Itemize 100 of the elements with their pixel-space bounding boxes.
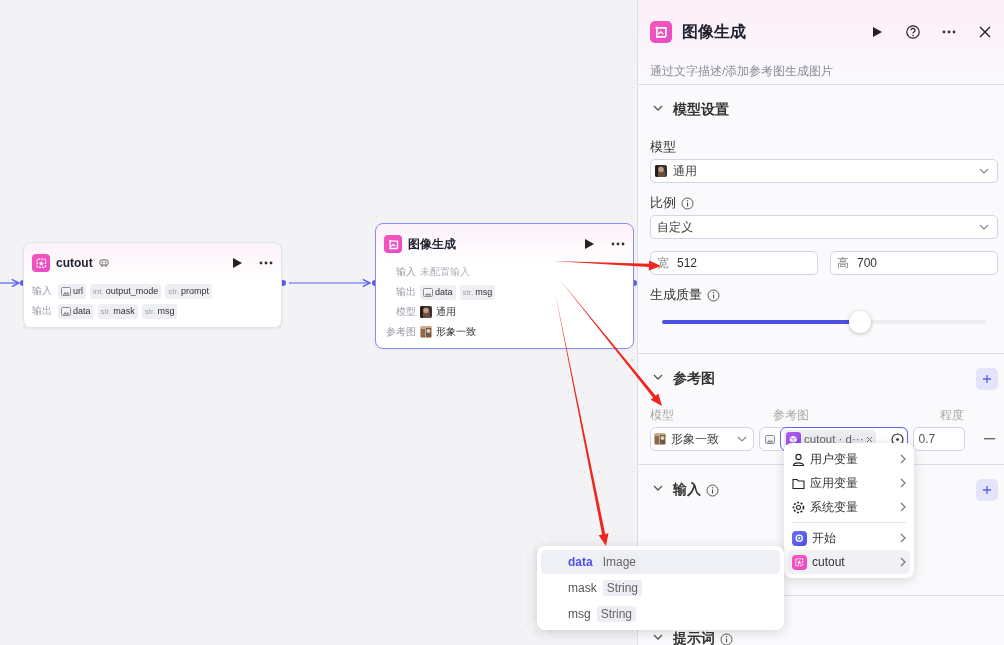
image-icon <box>423 287 433 297</box>
variable-name: mask <box>568 581 597 595</box>
chevron-down-icon[interactable] <box>979 168 989 174</box>
close-icon[interactable] <box>866 435 874 443</box>
chevron-right-icon <box>900 478 906 488</box>
column-header: 模型 <box>650 406 675 424</box>
plus-icon <box>982 485 992 495</box>
field-label: 模型 <box>395 305 416 319</box>
placeholder-text: 未配置输入 <box>420 265 470 279</box>
panel-description: 通过文字描述/添加参考图生成图片 <box>650 64 835 79</box>
chevron-right-icon <box>900 502 906 512</box>
slider-thumb[interactable] <box>848 311 871 333</box>
field-label: 输入 <box>32 284 53 298</box>
width-field[interactable]: 宽 512 <box>650 251 818 275</box>
plus-icon <box>982 374 992 384</box>
connector-arrow <box>0 278 20 288</box>
variable-name: data <box>73 306 91 316</box>
degree-field[interactable]: 0.7 <box>912 427 966 451</box>
add-button[interactable] <box>976 479 998 501</box>
type-prefix: str. <box>168 286 179 296</box>
field-value: 形象一致 <box>436 325 476 339</box>
variable-name: data <box>435 287 453 297</box>
panel-title: 图像生成 <box>682 21 746 42</box>
chevron-down-icon[interactable] <box>979 224 989 230</box>
menu-item[interactable]: msg String <box>541 602 780 626</box>
menu-item[interactable]: 开始 <box>788 526 910 550</box>
menu-item[interactable]: mask String <box>541 576 780 600</box>
play-icon[interactable] <box>583 238 595 250</box>
field-value: 通用 <box>436 305 456 319</box>
close-icon <box>978 25 992 39</box>
star-icon <box>792 554 807 570</box>
more-icon[interactable] <box>611 242 625 246</box>
user-icon <box>792 452 805 466</box>
chevron-right-icon <box>900 533 906 543</box>
section-title: 输入 <box>673 481 701 499</box>
field-value: 700 <box>857 256 878 270</box>
type-prefix: str. <box>144 306 156 316</box>
field-label: 生成质量 <box>650 286 702 304</box>
menu-item[interactable]: data Image <box>541 550 780 574</box>
height-field[interactable]: 高 700 <box>830 251 998 275</box>
field-label: 参考图 <box>385 325 416 339</box>
section-title: 参考图 <box>673 370 715 388</box>
column-header: 参考图 <box>773 406 810 424</box>
model-select[interactable]: 通用 <box>650 159 998 183</box>
node-title: cutout <box>56 256 93 270</box>
variable-name: msg <box>157 306 175 316</box>
menu-item[interactable]: 应用变量 <box>788 471 910 495</box>
play-icon[interactable] <box>231 257 243 269</box>
variable-name: output_mode <box>105 286 159 296</box>
node-card[interactable]: cutout 输入 url int. output_mode str. prompt 输出 data str. mask str. msg <box>23 242 282 328</box>
type-tag: String <box>602 580 643 596</box>
field-label: 输出 <box>32 304 53 318</box>
type-tag: String <box>596 606 637 622</box>
type-prefix: int. <box>93 286 104 296</box>
section-title: 模型设置 <box>673 101 729 119</box>
start-icon <box>792 530 807 546</box>
column-header: 程度 <box>939 406 965 424</box>
variable-name: mask <box>113 306 135 316</box>
more-icon[interactable] <box>259 261 273 265</box>
variable-name: msg <box>568 607 591 621</box>
image-icon <box>384 235 402 253</box>
field-label: 模型 <box>650 138 677 156</box>
ratio-select[interactable]: 自定义 <box>650 215 998 239</box>
variable-name: data <box>568 555 593 569</box>
select-value: 通用 <box>673 163 697 178</box>
variable-name: prompt <box>180 286 209 296</box>
info-icon[interactable] <box>707 288 720 302</box>
settings-icon <box>792 500 805 514</box>
image-icon <box>650 21 672 43</box>
info-icon[interactable] <box>706 483 719 497</box>
type-prefix: str. <box>100 306 112 316</box>
chip-text: cutout · d··· <box>804 433 864 445</box>
info-icon[interactable] <box>720 632 733 645</box>
select-value: 自定义 <box>657 219 693 234</box>
field-value: 512 <box>677 256 698 270</box>
node-title: 图像生成 <box>408 235 456 253</box>
chevron-down-icon[interactable] <box>737 436 748 442</box>
type-prefix: str. <box>462 287 474 297</box>
model-select[interactable]: 形象一致 <box>650 427 755 451</box>
variable-name: url <box>73 286 83 296</box>
chevron-right-icon <box>900 557 906 567</box>
menu-item[interactable]: cutout <box>788 550 910 574</box>
image-icon <box>61 306 71 316</box>
info-icon[interactable] <box>681 196 694 210</box>
minus-icon <box>984 438 996 440</box>
field-label: 输入 <box>395 265 416 279</box>
image-icon <box>61 286 71 296</box>
chevron-right-icon <box>900 454 906 464</box>
field-prefix: 高 <box>837 254 849 272</box>
add-button[interactable] <box>976 368 998 390</box>
target-icon[interactable] <box>890 432 904 446</box>
section-title: 提示词 <box>673 630 715 645</box>
folder-icon <box>792 476 805 490</box>
field-label: 比例 <box>650 194 676 212</box>
field-prefix: 宽 <box>657 254 669 272</box>
play-icon <box>870 25 884 39</box>
node-card[interactable]: 图像生成 输入 未配置输入 输出 data str. msg 模型 通用 参考图 形象一致 <box>375 223 634 349</box>
menu-item[interactable]: 系统变量 <box>788 495 910 519</box>
image-icon <box>765 434 776 444</box>
help-icon <box>906 25 920 39</box>
